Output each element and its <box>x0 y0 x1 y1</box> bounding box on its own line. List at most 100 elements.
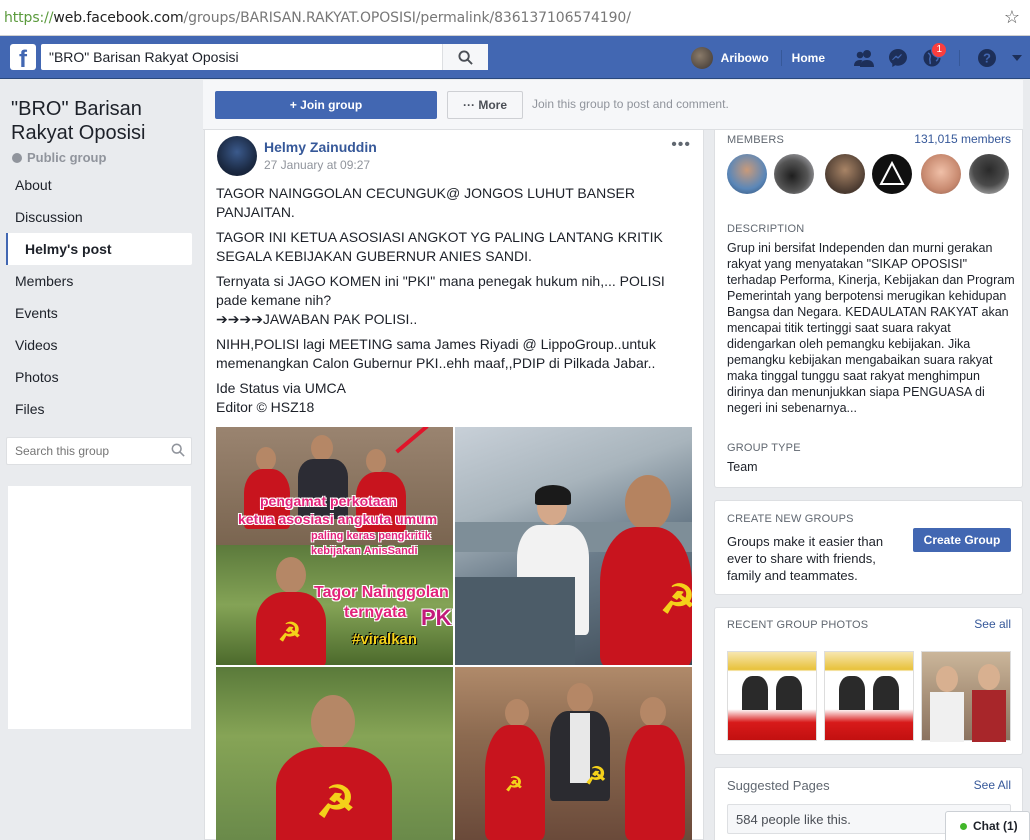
member-avatar[interactable] <box>774 154 814 194</box>
members-label: MEMBERS <box>727 134 785 146</box>
photo-person-head <box>256 447 276 471</box>
sidebar-item-photos[interactable]: Photos <box>6 361 192 393</box>
caption-line: #viralkan <box>352 631 418 648</box>
url-host: web.facebook.com <box>53 9 184 26</box>
photo-person <box>839 676 865 710</box>
caption-line: pengamat perkotaan <box>260 493 397 509</box>
post-timestamp[interactable]: 27 January at 09:27 <box>264 158 370 172</box>
group-info-box: MEMBERS 131,015 members DESCRIPTION Grup… <box>714 130 1023 488</box>
nav-separator <box>780 49 782 66</box>
member-avatar[interactable] <box>727 154 767 194</box>
sidebar-item-discussion[interactable]: Discussion <box>6 201 192 233</box>
online-dot-icon <box>960 822 967 830</box>
post-paragraph: TAGOR INI KETUA ASOSIASI ANGKOT YG PALIN… <box>216 229 663 264</box>
post-photo-1[interactable]: ☭ pengamat perkotaan ketua asosiasi angk… <box>216 427 453 665</box>
chat-tab[interactable]: Chat (1) <box>945 811 1030 840</box>
create-group-button[interactable]: Create Group <box>913 528 1011 552</box>
search-icon[interactable] <box>171 443 185 457</box>
recent-photos-label: RECENT GROUP PHOTOS <box>727 619 869 631</box>
post-photo-4[interactable]: ☭ ☭ <box>455 667 692 840</box>
url-text[interactable]: https://web.facebook.com/groups/BARISAN.… <box>4 10 631 26</box>
see-all-photos-link[interactable]: See all <box>974 617 1011 631</box>
group-type-value: Team <box>727 460 758 474</box>
photo-person-head <box>978 664 1000 690</box>
post-options-icon[interactable]: ••• <box>671 136 691 154</box>
recent-photo-3[interactable] <box>921 651 1011 742</box>
top-navigation-bar: f Aribowo Home 1 ? <box>0 36 1030 79</box>
caption-line: PKI <box>421 605 453 630</box>
group-search[interactable] <box>6 437 192 465</box>
post-paragraph: Ternyata si JAGO KOMEN ini "PKI" mana pe… <box>216 273 665 327</box>
author-avatar[interactable] <box>217 136 257 176</box>
sidebar-item-events[interactable]: Events <box>6 297 192 329</box>
caption-line: Tagor Nainggolan <box>314 584 449 601</box>
join-group-button[interactable]: + Join group <box>215 91 437 119</box>
user-name-link[interactable]: Aribowo <box>721 51 769 65</box>
group-action-bar: + Join group ··· More Join this group to… <box>203 80 1023 130</box>
post-photo-2[interactable]: ☭ <box>455 427 692 665</box>
recent-photos-box: RECENT GROUP PHOTOS See all <box>714 607 1023 755</box>
photo-person-head <box>366 449 386 473</box>
caption-line: kebijakan AnisSandi <box>311 545 418 557</box>
photo-shirt <box>972 690 1006 742</box>
photo-person-head <box>311 695 355 749</box>
browser-url-bar[interactable]: https://web.facebook.com/groups/BARISAN.… <box>0 0 1030 36</box>
create-group-box: CREATE NEW GROUPS Groups make it easier … <box>714 500 1023 595</box>
notification-badge: 1 <box>931 42 947 58</box>
caption-line: paling keras pengkritik <box>311 530 431 542</box>
top-nav-right: Aribowo Home 1 ? <box>690 36 1030 79</box>
post-paragraph: NIHH,POLISI lagi MEETING sama James Riya… <box>216 336 656 371</box>
help-button[interactable]: ? <box>970 36 1004 79</box>
member-avatar[interactable] <box>969 154 1009 194</box>
group-privacy: Public group <box>12 150 106 165</box>
photo-person-head <box>276 557 306 593</box>
recent-photo-2[interactable] <box>824 651 914 741</box>
see-all-suggested-link[interactable]: See All <box>974 778 1011 792</box>
messages-button[interactable] <box>881 36 915 79</box>
facebook-logo-icon[interactable]: f <box>10 44 36 70</box>
post-body: TAGOR NAINGGOLAN CECUNGUK@ JONGOS LUHUT … <box>216 184 686 423</box>
account-menu-button[interactable] <box>1004 36 1030 79</box>
recent-photo-1[interactable] <box>727 651 817 741</box>
sidebar-item-files[interactable]: Files <box>6 393 192 425</box>
member-avatar[interactable] <box>872 154 912 194</box>
member-avatar[interactable] <box>921 154 961 194</box>
photo-bottom-half <box>216 545 453 665</box>
bookmark-star-icon[interactable]: ☆ <box>1004 7 1020 28</box>
global-search-input[interactable] <box>41 45 441 69</box>
sidebar-item-helmys-post[interactable]: Helmy's post <box>6 233 192 265</box>
members-count-link[interactable]: 131,015 members <box>914 132 1011 146</box>
public-globe-icon <box>12 152 22 163</box>
url-path: /groups/BARISAN.RAKYAT.OPOSISI/permalink… <box>183 9 631 26</box>
more-button[interactable]: ··· More <box>447 91 523 119</box>
member-avatar[interactable] <box>825 154 865 194</box>
create-groups-text: Groups make it easier than ever to share… <box>727 534 884 583</box>
friend-requests-button[interactable] <box>847 36 881 79</box>
post-card: Helmy Zainuddin 27 January at 09:27 ••• … <box>204 130 704 840</box>
post-author[interactable]: Helmy Zainuddin <box>264 139 377 155</box>
group-nav: About Discussion Helmy's post Members Ev… <box>6 169 192 425</box>
user-avatar[interactable] <box>690 46 713 69</box>
home-link[interactable]: Home <box>792 51 825 65</box>
global-search[interactable] <box>41 44 488 70</box>
sidebar-item-members[interactable]: Members <box>6 265 192 297</box>
help-icon: ? <box>978 48 996 67</box>
search-button[interactable] <box>442 44 488 70</box>
photo-person <box>776 676 802 710</box>
messenger-icon <box>889 48 907 67</box>
url-scheme: https:// <box>4 9 54 26</box>
search-icon <box>458 49 473 65</box>
group-title[interactable]: "BRO" Barisan Rakyat Oposisi <box>11 97 191 145</box>
post-photo-3[interactable]: ☭ <box>216 667 453 840</box>
photo-hair <box>535 485 571 505</box>
caption-line: ternyata <box>344 604 407 621</box>
sidebar-item-videos[interactable]: Videos <box>6 329 192 361</box>
suggested-pages-label: Suggested Pages <box>727 778 830 793</box>
photo-person-head <box>567 683 593 713</box>
hammer-sickle-icon: ☭ <box>585 763 607 790</box>
group-type-label: GROUP TYPE <box>727 442 801 454</box>
photo-person-head <box>640 697 666 727</box>
sidebar-item-about[interactable]: About <box>6 169 192 201</box>
notifications-button[interactable]: 1 <box>915 36 949 79</box>
group-search-input[interactable] <box>7 444 157 458</box>
